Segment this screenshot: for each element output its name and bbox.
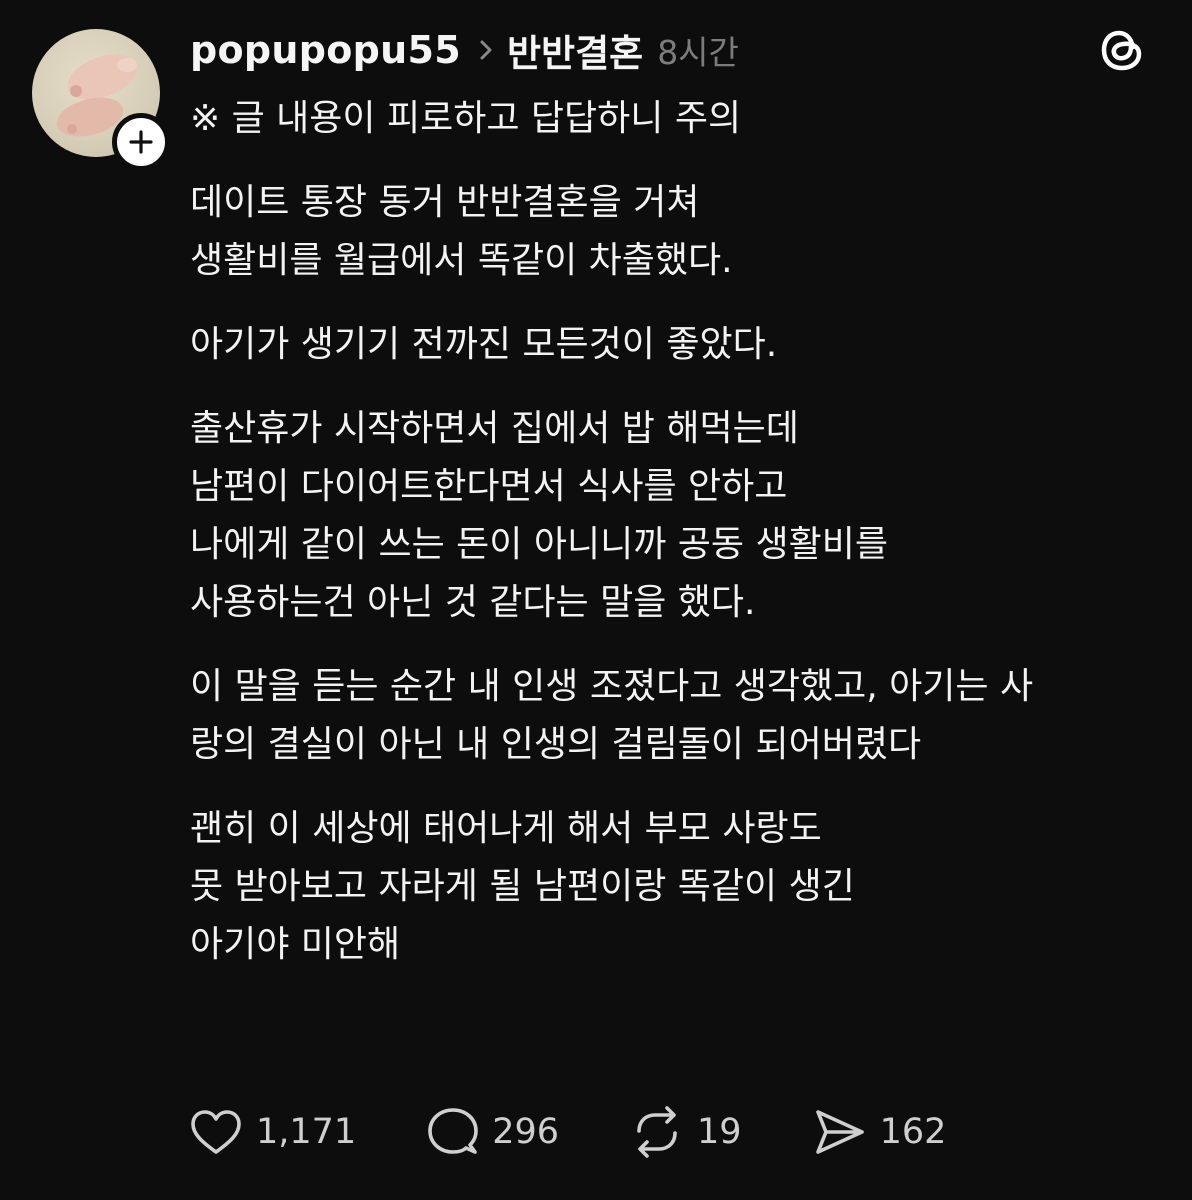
topic-tag-link[interactable]: 반반결혼: [507, 23, 643, 77]
follow-button[interactable]: [112, 113, 170, 171]
like-count: 1,171: [256, 1112, 357, 1152]
warning-line: ※ 글 내용이 피로하고 답답하니 주의: [190, 98, 742, 139]
post-text-line: 데이트 통장 동거 반반결혼을 거쳐: [190, 182, 700, 223]
like-button[interactable]: 1,171: [188, 1106, 356, 1158]
send-icon: [815, 1110, 864, 1154]
threads-logo-icon[interactable]: [1096, 24, 1148, 76]
username-link[interactable]: popupopu55: [190, 28, 461, 72]
post-text-line: 이 말을 듣는 순간 내 인생 조졌다고 생각했고, 아기는 사: [190, 666, 1034, 707]
avatar-container: [32, 29, 170, 171]
post-text-line: 사용하는건 아닌 것 같다는 말을 했다.: [190, 582, 756, 623]
post-text-line: 출산휴가 시작하면서 집에서 밥 해먹는데: [190, 408, 799, 449]
post-text-line: 괜히 이 세상에 태어나게 해서 부모 사랑도: [190, 808, 822, 849]
plus-icon: [129, 130, 153, 154]
post-header: popupopu55 반반결혼 8시간: [190, 20, 739, 80]
chevron-right-icon: [479, 39, 493, 61]
post-text-line: 나에게 같이 쓰는 돈이 아니니까 공동 생활비를: [190, 524, 888, 565]
repost-count: 19: [697, 1112, 742, 1152]
post-text-line: 남편이 다이어트한다면서 식사를 안하고: [190, 466, 788, 507]
repost-icon: [637, 1106, 677, 1158]
post-text-line: 생활비를 월급에서 똑같이 차출했다.: [190, 240, 733, 281]
post-text-line: 아기야 미안해: [190, 924, 401, 965]
post-timestamp: 8시간: [657, 33, 739, 72]
comment-count: 296: [492, 1112, 560, 1152]
heart-icon: [191, 1110, 241, 1154]
comment-bubble-icon: [428, 1108, 479, 1154]
share-button[interactable]: 162: [812, 1106, 947, 1158]
comment-button[interactable]: 296: [426, 1105, 559, 1159]
post-text-line: 아기가 생기기 전까진 모든것이 좋았다.: [190, 324, 778, 365]
post-text-line: 랑의 결실이 아닌 내 인생의 걸림돌이 되어버렸다: [190, 724, 922, 765]
repost-button[interactable]: 19: [629, 1105, 742, 1159]
share-count: 162: [879, 1112, 947, 1152]
post-text-line: 못 받아보고 자라게 될 남편이랑 똑같이 생긴: [190, 866, 855, 907]
action-bar: 1,171 296 19 162: [188, 1102, 946, 1162]
post-body: ※ 글 내용이 피로하고 답답하니 주의 데이트 통장 동거 반반결혼을 거쳐 …: [190, 90, 1170, 974]
